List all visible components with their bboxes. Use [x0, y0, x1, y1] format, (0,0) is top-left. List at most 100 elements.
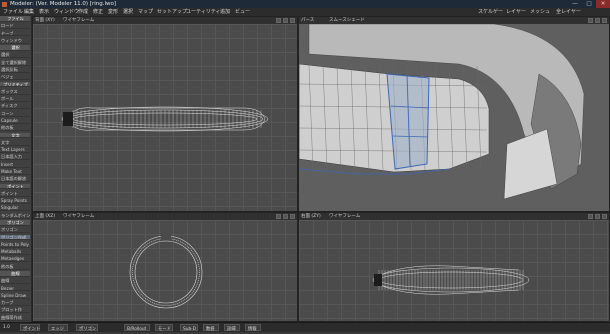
sidebar-tool-button[interactable]: 曲線	[0, 278, 30, 285]
window-title: Modeler: (Ver. Modeler 11.0) [ring.lwo]	[10, 1, 117, 7]
menu-views[interactable]: ビュー	[235, 8, 250, 16]
menu-add[interactable]: 追加	[220, 8, 230, 16]
viewport-view-label[interactable]: 背面 (XY)	[35, 17, 55, 24]
mode-points-button[interactable]: ポイント	[20, 324, 40, 332]
sidebar-tool-button[interactable]: コーン	[0, 111, 30, 117]
viewport-mode-label[interactable]: ワイヤフレーム	[329, 213, 360, 220]
viewport-move-icon[interactable]	[588, 214, 593, 219]
sidebar-tool-button[interactable]: 文字	[0, 140, 30, 146]
viewport-mode-label[interactable]: ワイヤフレーム	[63, 213, 94, 220]
mode-button[interactable]: モード	[155, 324, 173, 332]
menu-select[interactable]: 選択	[123, 8, 133, 16]
menu-file[interactable]: ファイル	[3, 8, 23, 16]
menu-create[interactable]: 作成	[78, 8, 88, 16]
rollout-button[interactable]: B/Rollout	[124, 324, 150, 332]
subd-button[interactable]: Sub-D	[180, 324, 198, 332]
sidebar-tool-button[interactable]: Capsule	[0, 118, 30, 124]
menu-right-skelegon[interactable]: スケルゲー	[478, 8, 503, 16]
sidebar-tool-button[interactable]: プロット作	[0, 307, 30, 314]
viewport-zoom-icon[interactable]	[283, 214, 288, 219]
sidebar-tool-button[interactable]: カーブ	[0, 300, 30, 306]
sidebar-tool-button[interactable]: 他の板	[0, 125, 30, 132]
sidebar-tool-button[interactable]: Make Text	[0, 169, 30, 175]
viewport-zoom-icon[interactable]	[595, 18, 600, 23]
info-button[interactable]: 情報	[245, 324, 261, 332]
viewport-maximize-icon[interactable]	[602, 214, 607, 219]
menu-transform[interactable]: 変形	[108, 8, 118, 16]
viewport-zoom-icon[interactable]	[595, 214, 600, 219]
menu-edit[interactable]: 編集	[24, 8, 34, 16]
sidebar-tool-button[interactable]: 日本語の解放	[0, 176, 30, 183]
sidebar-tool-button[interactable]: ランダムポイント	[0, 213, 30, 219]
viewport-mode-label[interactable]: ワイヤフレーム	[63, 17, 94, 24]
sidebar-tool-button[interactable]: ロード	[0, 23, 30, 30]
ring-shaded-closeup	[299, 24, 585, 200]
sidebar-tool-button[interactable]: ディスク	[0, 103, 30, 110]
sidebar-tool-button[interactable]: Bezier	[0, 286, 30, 292]
menu-right-mesh[interactable]: メッシュ	[530, 8, 550, 16]
maximize-button[interactable]: □	[582, 0, 596, 8]
viewport-move-icon[interactable]	[588, 18, 593, 23]
sidebar-tool-button[interactable]: Text Layers	[0, 147, 30, 153]
sidebar-tool-button[interactable]: Spline Draw	[0, 293, 30, 299]
sidebar-tool-button[interactable]: 選択反転	[0, 67, 30, 73]
ring-dark-end	[63, 112, 73, 126]
menu-modify[interactable]: 修正	[93, 8, 103, 16]
viewport-canvas[interactable]	[33, 24, 297, 211]
sidebar-tool-button[interactable]: ウィンドウ	[0, 38, 30, 44]
sidebar-tool-button[interactable]: Points to Poly	[0, 242, 30, 248]
menu-right-layer[interactable]: レイヤー	[506, 8, 526, 16]
viewport-maximize-icon[interactable]	[290, 214, 295, 219]
app-icon	[2, 1, 7, 7]
viewport-view-label[interactable]: 右面 (ZY)	[301, 213, 321, 220]
close-button[interactable]: ✕	[596, 0, 610, 8]
sidebar-tool-button[interactable]: 他の板	[0, 264, 30, 270]
viewport-back[interactable]: 背面 (XY) ワイヤフレーム	[32, 16, 298, 212]
sidebar-tool-button[interactable]: ポリゴン作成	[0, 234, 30, 241]
menu-view[interactable]: 表示	[39, 8, 49, 16]
sidebar-tool-button[interactable]: 全て選択解除	[0, 60, 30, 66]
viewport-move-icon[interactable]	[276, 18, 281, 23]
detail-button[interactable]: 詳細	[224, 324, 240, 332]
sidebar-tool-button[interactable]: Metaballs	[0, 249, 30, 255]
menu-map[interactable]: マップ	[138, 8, 153, 16]
sidebar-tool-button[interactable]: ポリゴン	[0, 227, 30, 234]
menu-utility[interactable]: ユーティリティ	[186, 8, 220, 16]
viewport-right[interactable]: 右面 (ZY) ワイヤフレーム	[298, 212, 610, 322]
sidebar-tool-button[interactable]: ボックス	[0, 89, 30, 95]
menu-right-all-layers[interactable]: 全レイヤー	[556, 8, 581, 16]
viewport-move-icon[interactable]	[276, 214, 281, 219]
sidebar-tool-button[interactable]: Metaedges	[0, 256, 30, 263]
sidebar-tool-button[interactable]: 日本語入力	[0, 154, 30, 161]
tool-sidebar: ファイル ロード セーブ ウィンドウ 選択 選択 全て選択解除 選択反転 ベジェ プリミティブ ボッ…	[0, 16, 32, 322]
sidebar-section-header: ポイント	[0, 183, 30, 190]
sidebar-tool-button[interactable]: Spray Points	[0, 198, 30, 204]
viewport-top[interactable]: 上面 (XZ) ワイヤフレーム	[32, 212, 298, 322]
menu-window[interactable]: ウィンドウ	[54, 8, 79, 16]
sidebar-tool-button[interactable]: 曲線帯作成	[0, 315, 30, 321]
viewport-mode-label[interactable]: スムースシェード	[329, 17, 365, 24]
mode-polygons-button[interactable]: ポリゴン	[76, 324, 98, 332]
numeric-button[interactable]: 数値	[203, 324, 219, 332]
viewport-canvas[interactable]	[299, 24, 609, 211]
viewport-maximize-icon[interactable]	[290, 18, 295, 23]
sidebar-tool-button[interactable]: セーブ	[0, 31, 30, 37]
ring-wireframe-right	[372, 265, 530, 295]
viewport-maximize-icon[interactable]	[602, 18, 607, 23]
viewport-canvas[interactable]	[299, 220, 609, 321]
viewport-view-label[interactable]: 上面 (XZ)	[35, 213, 55, 220]
sidebar-tool-button[interactable]: ボール	[0, 96, 30, 102]
viewport-view-label[interactable]: パース	[301, 17, 314, 24]
menu-setup[interactable]: セットアップ	[157, 8, 187, 16]
sidebar-tool-button[interactable]: Insert	[0, 162, 30, 168]
sidebar-tool-button[interactable]: 選択	[0, 52, 30, 59]
viewport-canvas[interactable]	[33, 220, 297, 321]
sidebar-tool-button[interactable]: ポイント	[0, 191, 30, 197]
sidebar-section-header: ファイル	[0, 16, 30, 22]
viewport-perspective[interactable]: パース スムースシェード	[298, 16, 610, 212]
sidebar-tool-button[interactable]: Singular	[0, 205, 30, 212]
minimize-button[interactable]: —	[568, 0, 582, 8]
mode-edges-button[interactable]: エッジ	[48, 324, 68, 332]
viewport-zoom-icon[interactable]	[283, 18, 288, 23]
sidebar-tool-button[interactable]: ベジェ	[0, 74, 30, 81]
